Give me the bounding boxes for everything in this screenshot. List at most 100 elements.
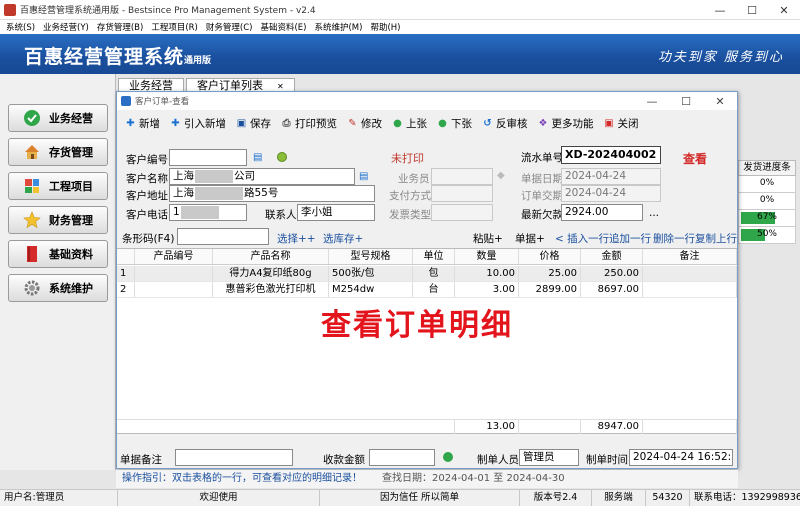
payment-label: 支付方式 [389,190,431,202]
unaudit-icon: ↺ [483,117,492,129]
append-row-button[interactable]: 追加一行 [609,231,651,246]
minimize-button[interactable]: — [704,0,736,20]
menu-help[interactable]: 帮助(H) [370,21,400,33]
project-icon [23,177,41,195]
menu-maintenance[interactable]: 系统维护(M) [314,21,362,33]
eraser-icon[interactable]: ◆ [497,170,505,181]
left-nav: 业务经营 存货管理 工程项目 财务管理 基础资料 系统维护 [0,74,116,470]
new-button[interactable]: ✚ 新增 [125,116,160,131]
next-button[interactable]: ● 下张 [437,116,472,131]
maker-input[interactable]: 管理员 [519,449,579,466]
nav-finance-button[interactable]: 财务管理 [8,206,108,234]
received-status-icon [443,452,453,462]
close-button[interactable]: ▣ 关闭 [604,116,638,131]
menu-system[interactable]: 系统(S) [6,21,35,33]
close-window-button[interactable]: ✕ [768,0,800,20]
received-input[interactable] [369,449,435,466]
menu-finance[interactable]: 财务管理(C) [206,21,253,33]
print-preview-button[interactable]: ⎙ 打印预览 [281,116,338,131]
paste-button[interactable]: 粘贴+ [473,231,503,246]
unit-price-button[interactable]: 单据+ [515,231,545,246]
more-button[interactable]: ❖ 更多功能 [538,116,594,131]
tab-close-icon[interactable]: ✕ [277,82,284,91]
table-row[interactable]: 1 得力A4复印纸80g 500张/包 包 10.00 25.00 250.00 [117,266,737,282]
remark-input[interactable] [175,449,293,466]
serial-input[interactable]: XD-202404002 [561,146,661,164]
copy-up-button[interactable]: 复制上行 [695,231,737,246]
prev-button[interactable]: ● 上张 [392,116,427,131]
nav-project-button[interactable]: 工程项目 [8,172,108,200]
status-motto: 因为信任 所以简单 [320,490,520,506]
grid-header-unit: 单位 [413,249,455,264]
dialog-toolbar: ✚ 新增 ✚ 引入新增 ▣ 保存 ⎙ 打印预览 ✎ 修改 ● 上张 ● 下张 ↺ 反审核 ❖ 更多… [117,110,737,136]
status-welcome: 欢迎使用 [118,490,320,506]
doc-date-input[interactable]: 2024-04-24 [561,168,661,185]
shipping-progress-column: 发货进度条 0% 0% 67% 50% [738,160,796,244]
unaudit-button[interactable]: ↺ 反审核 [482,116,527,131]
menu-project[interactable]: 工程项目(R) [151,21,198,33]
customer-name-input[interactable]: 上海 公司 [169,168,355,185]
nav-inventory-button[interactable]: 存货管理 [8,138,108,166]
slogan: 功夫到家 服务到心 [657,50,784,65]
menu-bar: 系统(S) 业务经营(Y) 存货管理(B) 工程项目(R) 财务管理(C) 基础… [0,20,800,34]
salesman-select[interactable] [431,168,493,185]
nav-label: 工程项目 [49,180,93,193]
menu-basedata[interactable]: 基础资料(E) [260,21,306,33]
menu-business[interactable]: 业务经营(Y) [43,21,89,33]
house-icon [23,143,41,161]
dialog-icon [121,96,131,106]
print-status: 未打印 [391,152,424,165]
invoice-select[interactable] [431,204,493,221]
barcode-input[interactable] [177,228,269,245]
contact-input[interactable]: 李小姐 [297,204,375,221]
lookup-icon[interactable]: ▤ [359,171,368,182]
customer-addr-input[interactable]: 上海 路55号 [169,185,375,202]
nav-maintenance-button[interactable]: 系统维护 [8,274,108,302]
gear-icon [23,279,41,297]
table-row[interactable]: 2 惠普彩色激光打印机 M254dw 台 3.00 2899.00 8697.0… [117,282,737,298]
nav-business-button[interactable]: 业务经营 [8,104,108,132]
status-user: 用户名:管理员 [0,490,118,506]
arrears-input[interactable]: 2924.00 [561,204,643,221]
save-button[interactable]: ▣ 保存 [236,116,271,131]
insert-row-button[interactable]: < 插入一行 [555,231,609,246]
grid-header-spec: 型号规格 [329,249,413,264]
select-plus-button[interactable]: 选择++ [277,231,316,246]
close-icon: ▣ [604,117,614,129]
customer-tel-input[interactable]: 1 [169,204,247,221]
grid-header-name: 产品名称 [213,249,329,264]
delete-row-button[interactable]: 删除一行 [653,231,695,246]
customer-no-input[interactable] [169,149,247,166]
customer-name-label: 客户名称 [126,173,168,185]
maximize-button[interactable]: ☐ [736,0,768,20]
maker-label: 制单人员 [477,454,519,466]
arrears-label: 最新欠款 [521,209,563,221]
lookup-icon[interactable]: ▤ [253,152,262,163]
made-time-input[interactable]: 2024-04-24 16:52:56 [629,449,733,466]
dialog-maximize-button[interactable]: ☐ [669,92,703,110]
nav-label: 基础资料 [49,248,93,261]
edit-button[interactable]: ✎ 修改 [347,116,382,131]
received-label: 收款金额 [323,454,365,466]
status-dot-icon[interactable] [277,152,287,162]
hint-line: 操作指引：双击表格的一行，可查看对应的明细记录！ 查找日期：2024-04-01… [116,470,738,488]
status-phone: 联系电话：13929989362 [694,492,800,503]
menu-inventory[interactable]: 存货管理(B) [97,21,143,33]
grid-header-qty: 数量 [455,249,519,264]
dialog-close-button[interactable]: ✕ [703,92,737,110]
import-plus-icon: ✚ [171,117,180,129]
arrow-up-icon: ● [393,117,402,129]
select-stock-button[interactable]: 选库存+ [323,231,363,246]
more-ellipsis-button[interactable]: ... [649,207,659,219]
invoice-label: 发票类型 [389,209,431,221]
customer-tel-label: 客户电话 [126,209,168,221]
grid-header-price: 价格 [519,249,581,264]
save-icon: ▣ [236,117,247,129]
payment-select[interactable] [431,185,493,202]
dialog-minimize-button[interactable]: — [635,92,669,110]
delivery-date-input[interactable]: 2024-04-24 [561,185,661,202]
grid-header-code: 产品编号 [135,249,213,264]
nav-basedata-button[interactable]: 基础资料 [8,240,108,268]
progress-cell: 0% [738,176,796,193]
import-new-button[interactable]: ✚ 引入新增 [170,116,226,131]
